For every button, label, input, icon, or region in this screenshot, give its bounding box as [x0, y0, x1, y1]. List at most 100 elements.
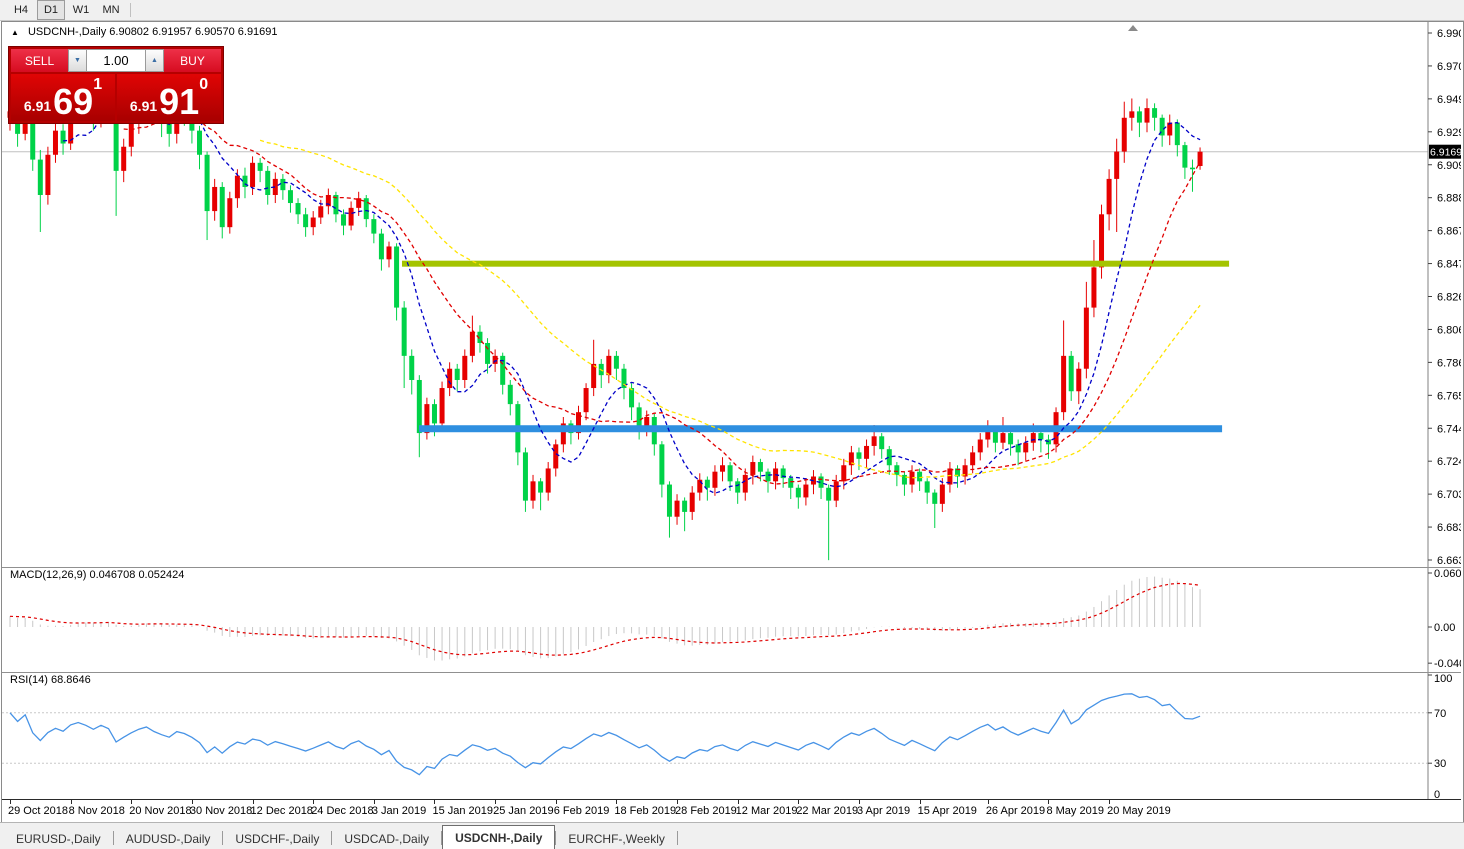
trading-terminal-window: H4 D1 W1 MN ▲ USDCNH-,Daily 6.90802 6.91957… [0, 0, 1464, 849]
price-axis-label: 6.70390 [1437, 489, 1461, 501]
current-price-tag-text: 6.91691 [1430, 147, 1461, 159]
price-axis-label: 6.66310 [1437, 555, 1461, 567]
candle-body [60, 130, 66, 144]
candle-body [864, 445, 870, 459]
date-tick [434, 800, 436, 804]
buy-price-display[interactable]: 6.91 91 0 [117, 74, 221, 121]
candle-body [1023, 442, 1029, 453]
candle-body [1114, 151, 1120, 179]
macd-value: 0.046708 [89, 569, 136, 581]
candle-body [257, 162, 263, 171]
date-label: 6 Feb 2019 [553, 805, 610, 817]
candle-body [735, 481, 741, 493]
candle-body [879, 436, 885, 450]
candle-body [1189, 167, 1195, 170]
candle-body [45, 154, 51, 195]
candle-body [378, 233, 384, 260]
date-label: 8 May 2019 [1046, 805, 1104, 817]
candle-body [530, 481, 536, 501]
date-label: 30 Nov 2018 [189, 805, 253, 817]
chart-tab-usdcad[interactable]: USDCAD-,Daily [332, 828, 441, 849]
candle-body [977, 439, 983, 453]
chart-tab-usdcnh[interactable]: USDCNH-,Daily [442, 825, 556, 849]
candle-body [939, 484, 945, 504]
candle-body [234, 175, 240, 199]
date-axis[interactable]: 29 Oct 2018 8 Nov 2018 20 Nov 2018 30 Nov 2… [2, 799, 1461, 822]
candle-body [37, 159, 43, 195]
sell-price-display[interactable]: 6.91 69 1 [11, 74, 115, 121]
chart-tab-usdchf[interactable]: USDCHF-,Daily [223, 828, 331, 849]
candle-body [1167, 122, 1173, 136]
volume-decrease-button[interactable]: ▼ [68, 49, 87, 72]
timeframe-button-d1[interactable]: D1 [37, 0, 65, 20]
price-axis-label: 6.68350 [1437, 522, 1461, 534]
candle-body [1091, 267, 1097, 308]
candle-body [712, 471, 718, 488]
candle-body [250, 162, 256, 187]
buy-price-prefix: 6.91 [129, 98, 158, 114]
macd-indicator-label: MACD(12,26,9) 0.046708 0.052424 [10, 569, 185, 581]
candle-body [629, 388, 635, 408]
buy-button[interactable]: BUY [164, 49, 221, 72]
candle-body [447, 368, 453, 389]
candle-body [788, 478, 794, 488]
chart-window[interactable]: ▲ USDCNH-,Daily 6.90802 6.91957 6.90570 … [1, 21, 1464, 823]
candle-body [674, 500, 680, 517]
candle-body [894, 465, 900, 475]
rsi-axis-label: 100 [1434, 673, 1452, 685]
candle-body [917, 471, 923, 482]
volume-input[interactable] [87, 49, 145, 72]
date-tick [10, 800, 11, 804]
timeframe-button-w1[interactable]: W1 [67, 0, 95, 20]
candle-body [1129, 111, 1135, 118]
price-axis-label: 6.99070 [1437, 28, 1461, 40]
volume-increase-button[interactable]: ▲ [145, 49, 164, 72]
price-axis-label: 6.72430 [1437, 456, 1461, 468]
timeframe-button-mn[interactable]: MN [97, 0, 125, 20]
candle-body [750, 462, 756, 475]
date-tick [495, 800, 497, 804]
candle-body [1076, 368, 1082, 392]
collapse-chart-icon[interactable]: ▲ [11, 28, 19, 37]
chart-tab-audusd[interactable]: AUDUSD-,Daily [114, 828, 223, 849]
candle-body [1030, 433, 1036, 443]
rsi-value: 68.8646 [50, 674, 91, 686]
date-tick [131, 800, 133, 804]
rsi-panel[interactable]: 10070300 [2, 672, 1461, 800]
candle-body [1174, 122, 1180, 146]
candle-body [1068, 355, 1074, 392]
chart-shift-marker-icon[interactable] [1128, 25, 1138, 31]
date-tick [555, 800, 557, 804]
date-label: 24 Dec 2018 [311, 805, 374, 817]
date-tick [1109, 800, 1111, 804]
macd-signal-line [9, 582, 1201, 656]
candle-body [704, 479, 710, 488]
sell-price-prefix: 6.91 [23, 98, 52, 114]
candle-body [318, 206, 324, 218]
chart-tab-eurchf[interactable]: EURCHF-,Weekly [556, 828, 676, 849]
candle-body [310, 217, 316, 228]
macd-panel[interactable]: 0.060342 0.00 -0.040415 [2, 567, 1461, 672]
candle-body [1038, 433, 1044, 440]
timeframe-button-h4[interactable]: H4 [7, 0, 35, 20]
candle-body [666, 484, 672, 517]
date-tick [798, 800, 800, 804]
candle-body [363, 198, 369, 220]
resistance-line[interactable] [401, 260, 1230, 267]
candle-body [1121, 117, 1127, 152]
one-click-trading-panel: SELL ▼ ▲ BUY 6.91 69 1 6.91 91 0 [8, 46, 224, 124]
sell-button[interactable]: SELL [11, 49, 68, 72]
price-axis-label: 6.92950 [1437, 127, 1461, 139]
chart-tab-eurusd[interactable]: EURUSD-,Daily [4, 828, 113, 849]
candle-body [1197, 151, 1203, 167]
candle-body [485, 342, 491, 364]
candle-body [128, 122, 134, 147]
macd-axis-label: -0.040415 [1434, 658, 1461, 670]
rsi-axis-label: 70 [1434, 708, 1446, 720]
candle-body [826, 487, 832, 501]
buy-price-pips: 91 [159, 81, 200, 122]
moving-average-fast [63, 110, 1201, 494]
date-label: 3 Jan 2019 [371, 805, 427, 817]
candle-body [409, 355, 415, 380]
candle-body [1182, 145, 1188, 168]
